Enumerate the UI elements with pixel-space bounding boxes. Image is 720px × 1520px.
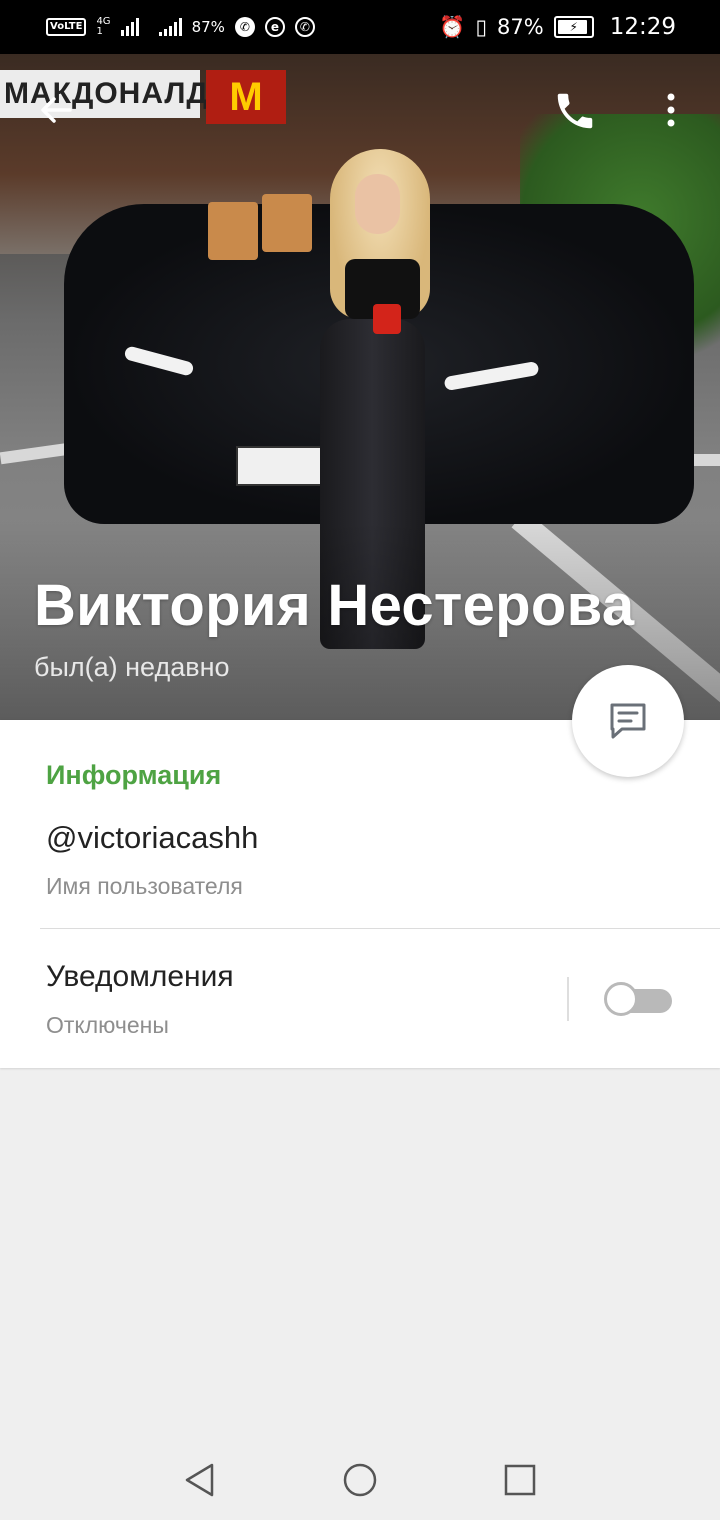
- battery-icon: ⚡: [553, 16, 594, 38]
- car-headlight: [123, 345, 195, 377]
- photo-logo: M: [206, 70, 286, 124]
- car-headlight: [443, 360, 540, 392]
- message-icon: [610, 703, 646, 739]
- nav-back-button[interactable]: [180, 1460, 220, 1500]
- system-nav-bar: [0, 1440, 720, 1520]
- signal-icon-2: [158, 18, 182, 36]
- more-vertical-icon: [667, 93, 675, 127]
- signal-icon: [120, 18, 139, 36]
- section-title-info: Информация: [46, 760, 222, 790]
- whatsapp-icon: ✆: [294, 17, 315, 37]
- notifications-status: Отключены: [46, 1012, 169, 1038]
- battery-percent: 87%: [497, 15, 544, 39]
- vibrate-icon: ▯: [475, 15, 488, 39]
- network-type: 4G 1: [96, 17, 110, 37]
- username-label: Имя пользователя: [46, 873, 243, 899]
- back-arrow-icon: [41, 97, 72, 123]
- call-button[interactable]: [552, 88, 598, 134]
- volte-icon: VoLTE: [46, 18, 87, 36]
- clock: 12:29: [609, 14, 676, 40]
- person-fries: [373, 304, 401, 334]
- username-value[interactable]: @victoriacashh: [46, 820, 258, 856]
- profile-last-seen: был(а) недавно: [34, 652, 230, 682]
- status-bar: VoLTE 4G 1 87% ✆ e ✆ ⏰ ▯ 87% ⚡ 12:29: [0, 0, 720, 54]
- nav-recents-button[interactable]: [500, 1460, 540, 1500]
- left-battery-percent: 87%: [191, 18, 225, 36]
- person-face: [355, 174, 400, 234]
- alarm-icon: ⏰: [439, 14, 466, 39]
- profile-name: Виктория Нестерова: [34, 573, 635, 638]
- back-button[interactable]: [36, 90, 76, 130]
- notifications-title[interactable]: Уведомления: [46, 960, 234, 994]
- viber-icon: ✆: [234, 17, 255, 37]
- photo-sign: МАКДОНАЛДС: [0, 70, 230, 118]
- more-options-button[interactable]: [656, 90, 686, 130]
- notifications-toggle[interactable]: [604, 982, 672, 1016]
- vertical-separator: [567, 977, 569, 1021]
- app-e-icon: e: [264, 17, 285, 37]
- toggle-knob: [604, 982, 638, 1016]
- network-sub-label: 1: [96, 26, 103, 37]
- nav-home-button[interactable]: [340, 1460, 380, 1500]
- nav-recents-icon: [504, 1464, 536, 1496]
- profile-header: МАКДОНАЛДС M Виктория Нестерова был(а) н…: [0, 54, 720, 720]
- nav-back-icon: [185, 1463, 214, 1497]
- status-bar-left: VoLTE 4G 1 87% ✆ e ✆: [46, 17, 315, 37]
- nav-home-icon: [343, 1463, 377, 1497]
- divider: [40, 928, 720, 929]
- status-bar-right: ⏰ ▯ 87% ⚡ 12:29: [439, 14, 676, 40]
- phone-icon: [557, 93, 593, 129]
- photo-bag: [208, 202, 258, 260]
- send-message-button[interactable]: [572, 665, 684, 777]
